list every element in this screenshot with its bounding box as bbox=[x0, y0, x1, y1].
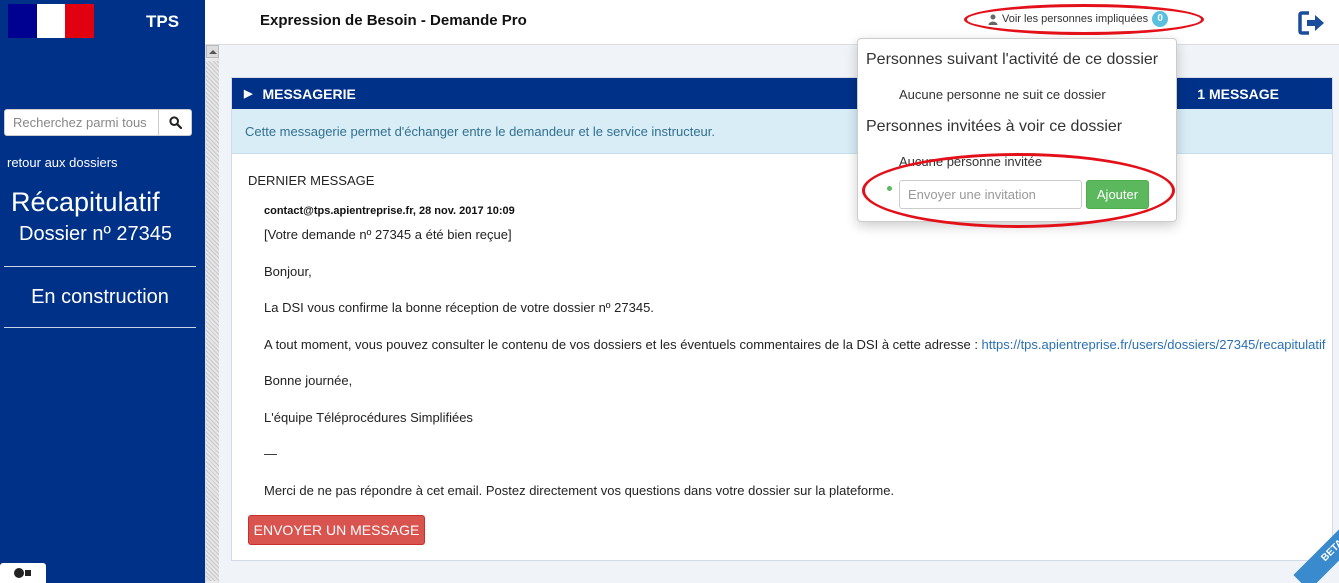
search-icon bbox=[168, 116, 182, 129]
sidebar-search bbox=[4, 109, 192, 136]
invitation-email-input[interactable] bbox=[899, 180, 1082, 209]
scroll-up-arrow[interactable] bbox=[206, 45, 219, 58]
invited-title: Personnes invitées à voir ce dossier bbox=[866, 118, 1123, 135]
recapitulatif-link[interactable]: https://tps.apientreprise.fr/users/dossi… bbox=[982, 337, 1326, 352]
people-count-badge: 0 bbox=[1152, 11, 1169, 27]
sidebar-toggle-button[interactable] bbox=[0, 563, 46, 583]
back-to-dossiers-link[interactable]: retour aux dossiers bbox=[7, 155, 118, 170]
message-line: L'équipe Téléprocédures Simplifiées bbox=[264, 410, 473, 425]
divider bbox=[4, 266, 196, 267]
republique-francaise-logo bbox=[8, 4, 94, 38]
message-line: [Votre demande nº 27345 a été bien reçue… bbox=[264, 227, 512, 242]
search-button[interactable] bbox=[159, 109, 192, 136]
followers-title: Personnes suivant l'activité de ce dossi… bbox=[866, 51, 1159, 68]
message-meta: contact@tps.apientreprise.fr, 28 nov. 20… bbox=[264, 205, 515, 217]
message-line: — bbox=[264, 446, 277, 461]
messagerie-title: MESSAGERIE bbox=[262, 85, 356, 102]
view-involved-people-button[interactable]: Voir les personnes impliquées 0 bbox=[988, 11, 1169, 27]
expand-arrow-icon: ▶ bbox=[244, 88, 253, 100]
app-name: TPS bbox=[146, 12, 180, 31]
invited-empty-text: Aucune personne invitée bbox=[899, 154, 1043, 169]
divider bbox=[4, 327, 196, 328]
page-title: Expression de Besoin - Demande Pro bbox=[260, 12, 527, 29]
add-invitation-button[interactable]: Ajouter bbox=[1086, 180, 1149, 209]
involved-people-popover: Personnes suivant l'activité de ce dossi… bbox=[857, 38, 1177, 222]
dossier-status: En construction bbox=[31, 286, 169, 308]
dossier-number: Dossier nº 27345 bbox=[19, 223, 172, 245]
last-message-label: DERNIER MESSAGE bbox=[248, 173, 375, 188]
search-input[interactable] bbox=[4, 109, 159, 136]
user-icon bbox=[988, 14, 998, 25]
sign-out-icon bbox=[1298, 11, 1324, 35]
recap-title: Récapitulatif bbox=[11, 187, 160, 217]
message-line: Bonjour, bbox=[264, 264, 312, 279]
message-text: A tout moment, vous pouvez consulter le … bbox=[264, 337, 982, 352]
sidebar: TPS retour aux dossiers Récapitulatif Do… bbox=[0, 0, 205, 583]
toggle-icon bbox=[14, 568, 31, 578]
message-line: A tout moment, vous pouvez consulter le … bbox=[264, 337, 1326, 352]
followers-empty-text: Aucune personne ne suit ce dossier bbox=[899, 87, 1106, 102]
scrollbar[interactable] bbox=[205, 45, 219, 583]
bullet-icon bbox=[887, 186, 892, 191]
logout-button[interactable] bbox=[1298, 10, 1326, 36]
message-line: Merci de ne pas répondre à cet email. Po… bbox=[264, 483, 895, 498]
people-link-label: Voir les personnes impliquées bbox=[1002, 13, 1149, 25]
send-message-button[interactable]: ENVOYER UN MESSAGE bbox=[248, 515, 425, 545]
message-line: La DSI vous confirme la bonne réception … bbox=[264, 300, 654, 315]
message-line: Bonne journée, bbox=[264, 373, 353, 388]
scroll-track[interactable] bbox=[206, 61, 219, 581]
message-count: 1 MESSAGE bbox=[1197, 86, 1279, 102]
